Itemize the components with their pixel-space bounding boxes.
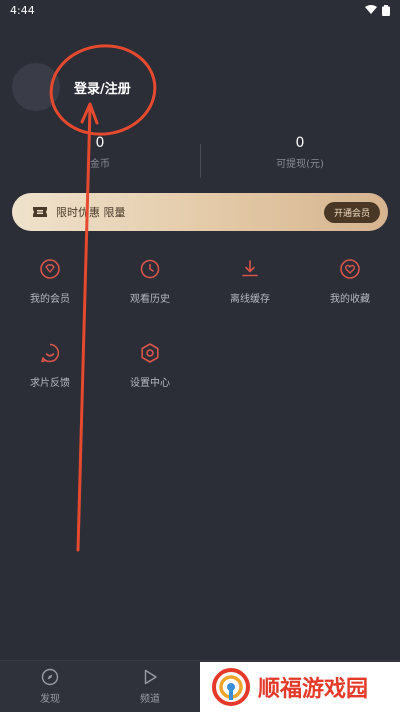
stat-withdrawable[interactable]: 0 可提现(元) (200, 126, 400, 178)
stat-coins[interactable]: 0 金币 (0, 126, 200, 178)
ticket-icon (33, 207, 47, 217)
status-time: 4:44 (10, 3, 35, 17)
wifi-icon (365, 5, 377, 14)
compass-icon (41, 668, 59, 686)
gear-icon (141, 343, 159, 363)
menu-item-watch-history[interactable]: 观看历史 (100, 258, 200, 306)
menu-item-offline-cache[interactable]: 离线缓存 (200, 258, 300, 306)
menu-item-my-vip[interactable]: 我的会员 (0, 258, 100, 306)
vip-promo-text: 限时优惠 限量 (56, 206, 126, 219)
heart-diamond-icon (40, 259, 60, 279)
stats-row: 0 金币 0 可提现(元) (0, 126, 400, 178)
clock-icon (140, 259, 160, 279)
tab-label: 频道 (140, 694, 160, 705)
play-icon (144, 669, 157, 685)
menu-item-settings[interactable]: 设置中心 (100, 342, 200, 390)
status-bar: 4:44 (0, 0, 400, 20)
smile-icon (41, 343, 60, 363)
coins-label: 金币 (90, 158, 110, 170)
menu-item-my-favorites[interactable]: 我的收藏 (300, 258, 400, 306)
menu-grid: 我的会员 观看历史 离线缓存 我的收藏 求片反馈 设置中心 (0, 258, 400, 390)
status-icons (365, 4, 390, 16)
menu-label: 我的收藏 (330, 294, 370, 305)
menu-label: 离线缓存 (230, 294, 270, 305)
stats-divider (200, 144, 201, 178)
watermark-text: 顺福游戏园 (258, 677, 369, 702)
withdrawable-value: 0 (295, 134, 305, 151)
profile-header[interactable]: 登录/注册 (12, 62, 131, 112)
avatar[interactable] (12, 63, 60, 111)
heart-icon (340, 259, 360, 279)
menu-label: 设置中心 (130, 378, 170, 389)
tab-channel[interactable]: 频道 (100, 661, 200, 712)
login-register-link[interactable]: 登录/注册 (74, 78, 131, 97)
menu-label: 求片反馈 (30, 378, 70, 389)
battery-icon (382, 4, 390, 16)
menu-item-request-feedback[interactable]: 求片反馈 (0, 342, 100, 390)
menu-label: 我的会员 (30, 294, 70, 305)
tab-label: 发现 (40, 694, 60, 705)
site-watermark: 顺福游戏园 (200, 662, 400, 712)
tab-discover[interactable]: 发现 (0, 661, 100, 712)
download-icon (242, 260, 258, 277)
vip-promo-banner[interactable]: 限时优惠 限量 开通会员 (12, 193, 388, 231)
coins-value: 0 (95, 134, 105, 151)
withdrawable-label: 可提现(元) (276, 158, 324, 170)
watermark-logo-icon (212, 668, 250, 706)
menu-label: 观看历史 (130, 294, 170, 305)
open-vip-button[interactable]: 开通会员 (323, 201, 380, 223)
